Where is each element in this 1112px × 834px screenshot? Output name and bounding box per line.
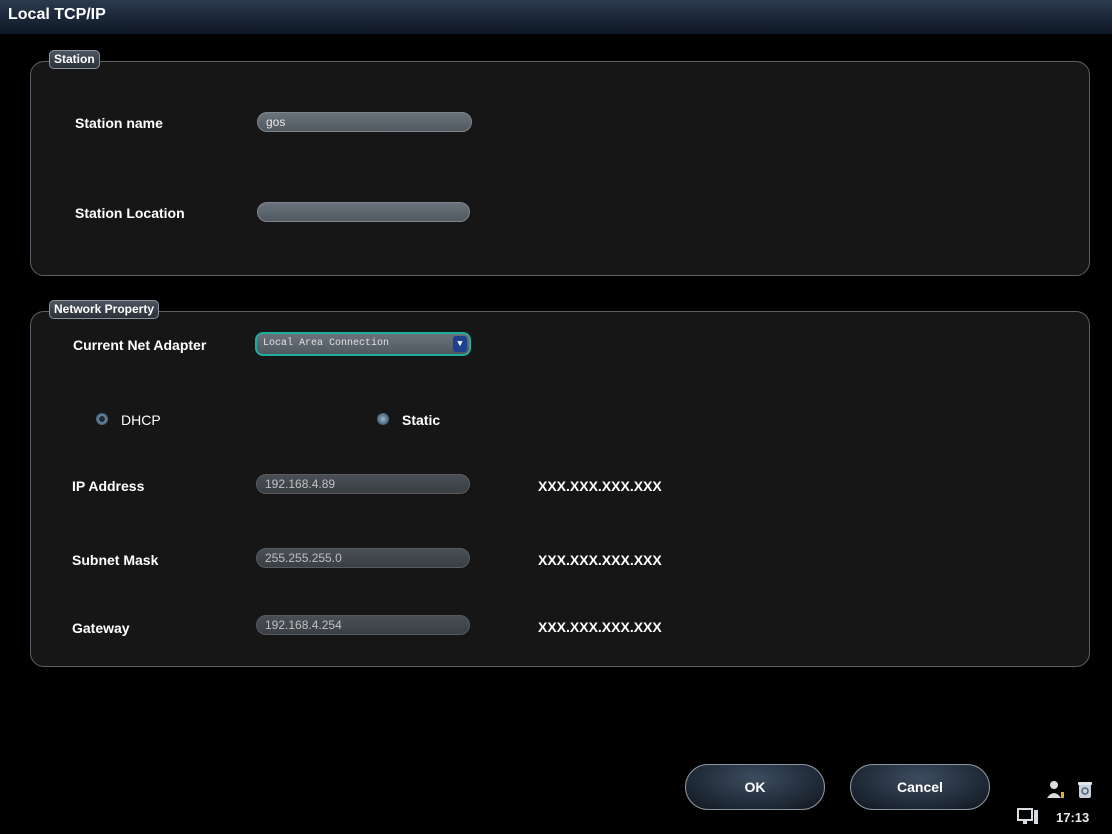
network-property-legend: Network Property <box>49 300 160 319</box>
subnet-mask-format-hint: XXX.XXX.XXX.XXX <box>538 552 662 568</box>
current-net-adapter-label: Current Net Adapter <box>73 337 207 353</box>
ok-button[interactable]: OK <box>685 764 825 810</box>
monitor-icon[interactable] <box>1017 808 1039 831</box>
station-legend: Station <box>49 50 100 69</box>
station-name-label: Station name <box>75 115 163 131</box>
clock: 17:13 <box>1056 810 1090 825</box>
ip-address-input[interactable]: 192.168.4.89 <box>256 474 470 494</box>
gateway-format-hint: XXX.XXX.XXX.XXX <box>538 619 662 635</box>
subnet-mask-label: Subnet Mask <box>72 552 159 568</box>
dropdown-arrow-icon[interactable]: ▼ <box>453 336 467 352</box>
subnet-mask-input[interactable]: 255.255.255.0 <box>256 548 470 568</box>
static-label[interactable]: Static <box>402 412 440 428</box>
station-name-input[interactable]: gos <box>257 112 472 132</box>
station-location-input[interactable] <box>257 202 470 222</box>
station-group <box>30 61 1090 276</box>
static-radio[interactable] <box>377 413 389 425</box>
ip-address-label: IP Address <box>72 478 145 494</box>
dhcp-label[interactable]: DHCP <box>121 412 161 428</box>
ip-address-format-hint: XXX.XXX.XXX.XXX <box>538 478 662 494</box>
window-title: Local TCP/IP <box>8 6 106 23</box>
recycle-bin-icon[interactable] <box>1077 780 1093 805</box>
dhcp-radio[interactable] <box>96 413 108 425</box>
net-adapter-value: Local Area Connection <box>263 338 390 349</box>
cancel-button[interactable]: Cancel <box>850 764 990 810</box>
user-icon[interactable] <box>1046 780 1068 805</box>
net-adapter-select[interactable]: Local Area Connection ▼ <box>255 332 471 356</box>
gateway-input[interactable]: 192.168.4.254 <box>256 615 470 635</box>
gateway-label: Gateway <box>72 620 130 636</box>
station-location-label: Station Location <box>75 205 185 221</box>
title-bar: Local TCP/IP <box>0 0 1112 34</box>
